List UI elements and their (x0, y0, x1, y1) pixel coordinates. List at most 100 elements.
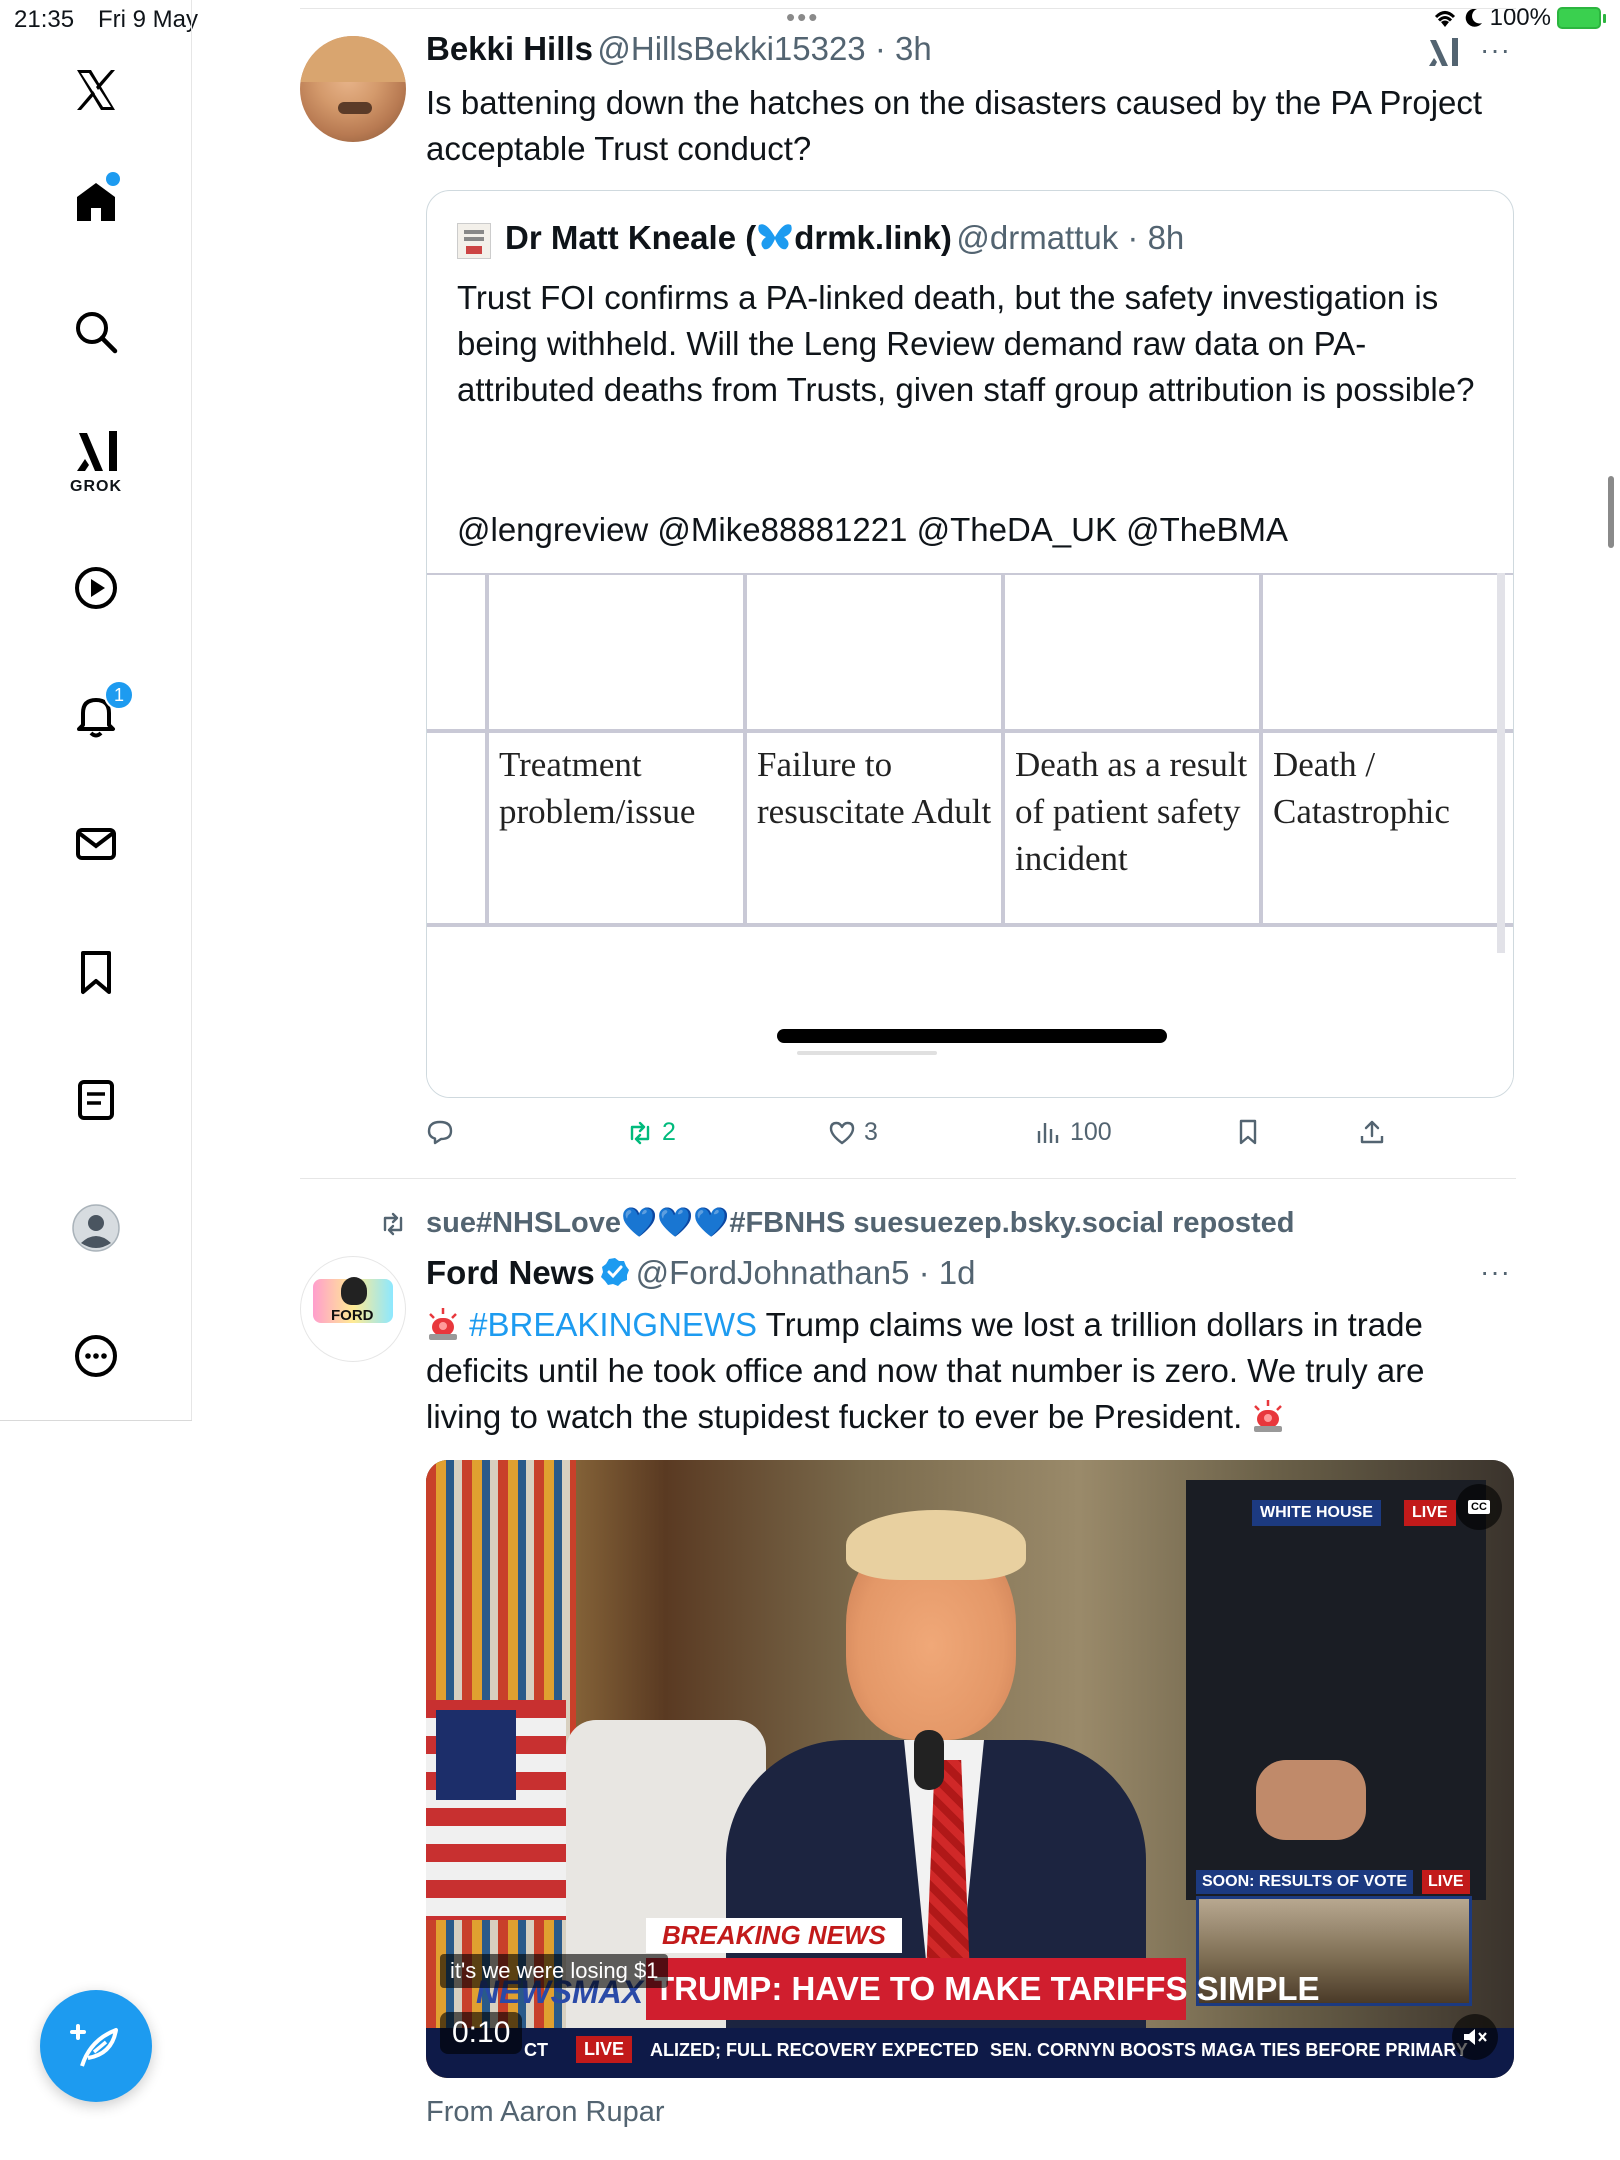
soon-live-chip: LIVE (1422, 1870, 1470, 1894)
grok-icon (77, 431, 117, 471)
cc-icon: CC (1468, 1500, 1490, 1514)
profile-avatar-icon (72, 1204, 120, 1252)
video-hands (1256, 1760, 1366, 1840)
tweet1-header: Bekki Hills @HillsBekki15323 · 3h (426, 30, 932, 67)
compose-button[interactable] (40, 1990, 152, 2102)
sidebar-item-video[interactable] (56, 548, 136, 628)
captions-button[interactable]: CC (1456, 1484, 1502, 1530)
sidebar-item-lists[interactable] (56, 1060, 136, 1140)
quoted-tweet[interactable]: Dr Matt Kneale (drmk.link) @drmattuk · 8… (426, 190, 1514, 1098)
scroll-track (797, 1051, 937, 1055)
views-icon (1037, 1122, 1059, 1143)
muted-speaker-icon (1464, 2029, 1487, 2045)
sidebar-divider (0, 1420, 192, 1421)
horizontal-scroll-indicator[interactable] (777, 1029, 1167, 1043)
tweet-text: #BREAKINGNEWS Trump claims we lost a tri… (426, 1302, 1496, 1440)
headline-bar: TRUMP: HAVE TO MAKE TARIFFS SIMPLE (646, 1958, 1320, 2020)
share-icon (1360, 1120, 1384, 1144)
reply-button[interactable] (426, 1118, 454, 1146)
play-circle-icon (75, 567, 117, 609)
tweet-time[interactable]: 1d (939, 1254, 976, 1291)
home-unread-dot (106, 172, 120, 186)
bookmark-icon (81, 951, 111, 994)
table-line (1259, 573, 1263, 927)
feed-divider (300, 1178, 1516, 1179)
ticker-live: LIVE (576, 2036, 633, 2063)
list-icon (78, 1080, 114, 1120)
quote-time: 8h (1147, 219, 1185, 256)
views-button[interactable]: 100 (1034, 1118, 1112, 1147)
quote-header: Dr Matt Kneale (drmk.link) @drmattuk · 8… (505, 219, 1185, 256)
bookmark-button[interactable] (1234, 1118, 1262, 1146)
sidebar-item-notifications[interactable]: 1 (56, 676, 136, 756)
tweet2-header: Ford News @FordJohnathan5 · 1d (426, 1254, 976, 1291)
table-line (427, 729, 1513, 733)
like-button[interactable]: 3 (828, 1118, 878, 1147)
soon-chip: SOON: RESULTS OF VOTE (1196, 1870, 1414, 1894)
video-player[interactable]: WHITE HOUSE LIVE CC SOON: RESULTS OF VOT… (426, 1460, 1514, 2078)
table-cell-failure: Failure to resuscitate Adult (757, 745, 992, 831)
author-name[interactable]: Ford News (426, 1254, 595, 1291)
repost-button[interactable]: 2 (626, 1118, 676, 1147)
mute-button[interactable] (1452, 2014, 1498, 2060)
hashtag-link[interactable]: #BREAKINGNEWS (469, 1306, 757, 1343)
video-timer: 0:10 (440, 2012, 523, 2054)
moon-icon (1465, 8, 1482, 27)
bekki-avatar[interactable] (300, 36, 406, 142)
repost-count: 2 (662, 1118, 676, 1146)
sidebar-item-x-logo[interactable] (56, 50, 136, 130)
table-cell-treatment: Treatment problem/issue (499, 745, 696, 831)
repost-icon (630, 1121, 650, 1144)
sidebar-item-home[interactable] (56, 162, 136, 242)
breaking-news-label: BREAKING NEWS (646, 1918, 902, 1953)
verified-badge-icon (601, 1258, 630, 1286)
table-line (427, 923, 1513, 927)
live-chip: LIVE (1404, 1500, 1456, 1526)
quote-author-link: drmk.link) (794, 219, 952, 256)
tweet-time[interactable]: 3h (895, 30, 932, 67)
sidebar-item-messages[interactable] (56, 804, 136, 884)
sidebar-item-profile[interactable] (56, 1188, 136, 1268)
reply-icon (427, 1120, 453, 1145)
more-options-icon[interactable]: ··· (1480, 1256, 1511, 1288)
siren-icon (429, 1308, 457, 1340)
butterfly-icon (758, 224, 792, 250)
sidebar-item-search[interactable] (56, 292, 136, 372)
table-line (485, 573, 489, 927)
views-count: 100 (1070, 1118, 1112, 1146)
author-name[interactable]: Bekki Hills (426, 30, 593, 67)
share-button[interactable] (1358, 1118, 1386, 1146)
bookmark-small-icon (1239, 1119, 1257, 1145)
reposted-by[interactable]: sue#NHSLove💙💙💙#FBNHS suesuezep.bsky.soci… (426, 1206, 1295, 1240)
feed-divider (300, 8, 1516, 9)
x-logo-icon (77, 70, 115, 110)
sidebar-item-more[interactable] (56, 1316, 136, 1396)
video-attribution[interactable]: From Aaron Rupar (426, 2096, 665, 2129)
video-hair (846, 1510, 1026, 1580)
multitasking-dots[interactable]: ••• (786, 2, 819, 33)
heart-icon (829, 1121, 855, 1144)
video-caption: it's we were losing $1 (440, 1954, 669, 1988)
more-options-icon[interactable]: ··· (1480, 34, 1511, 66)
grok-label: GROK (70, 478, 122, 495)
video-flag-canton (436, 1710, 516, 1800)
battery-icon (1557, 7, 1606, 29)
ford-news-avatar[interactable]: FORD (300, 1256, 406, 1362)
grok-small-icon[interactable] (1426, 36, 1460, 70)
mail-icon (76, 828, 116, 860)
video-microphone (914, 1730, 944, 1790)
quote-attached-image[interactable]: Treatment problem/issue Failure to resusci… (427, 573, 1513, 1097)
quote-author-name: Dr Matt Kneale ( (505, 219, 757, 256)
table-cell-death-result: Death as a result of patient safety incide… (1015, 745, 1248, 878)
quote-mentions: @lengreview @Mike88881221 @TheDA_UK @The… (457, 511, 1289, 548)
compose-feather-icon (70, 2024, 118, 2067)
table-line (1001, 573, 1005, 927)
white-house-chip: WHITE HOUSE (1252, 1500, 1381, 1526)
sidebar-item-bookmarks[interactable] (56, 932, 136, 1012)
author-handle[interactable]: @FordJohnathan5 (636, 1254, 910, 1291)
page-scrollbar[interactable] (1608, 476, 1614, 548)
siren-icon (1254, 1400, 1283, 1432)
author-handle[interactable]: @HillsBekki15323 (597, 30, 865, 67)
notifications-badge: 1 (104, 680, 134, 710)
wifi-icon (1434, 11, 1455, 27)
